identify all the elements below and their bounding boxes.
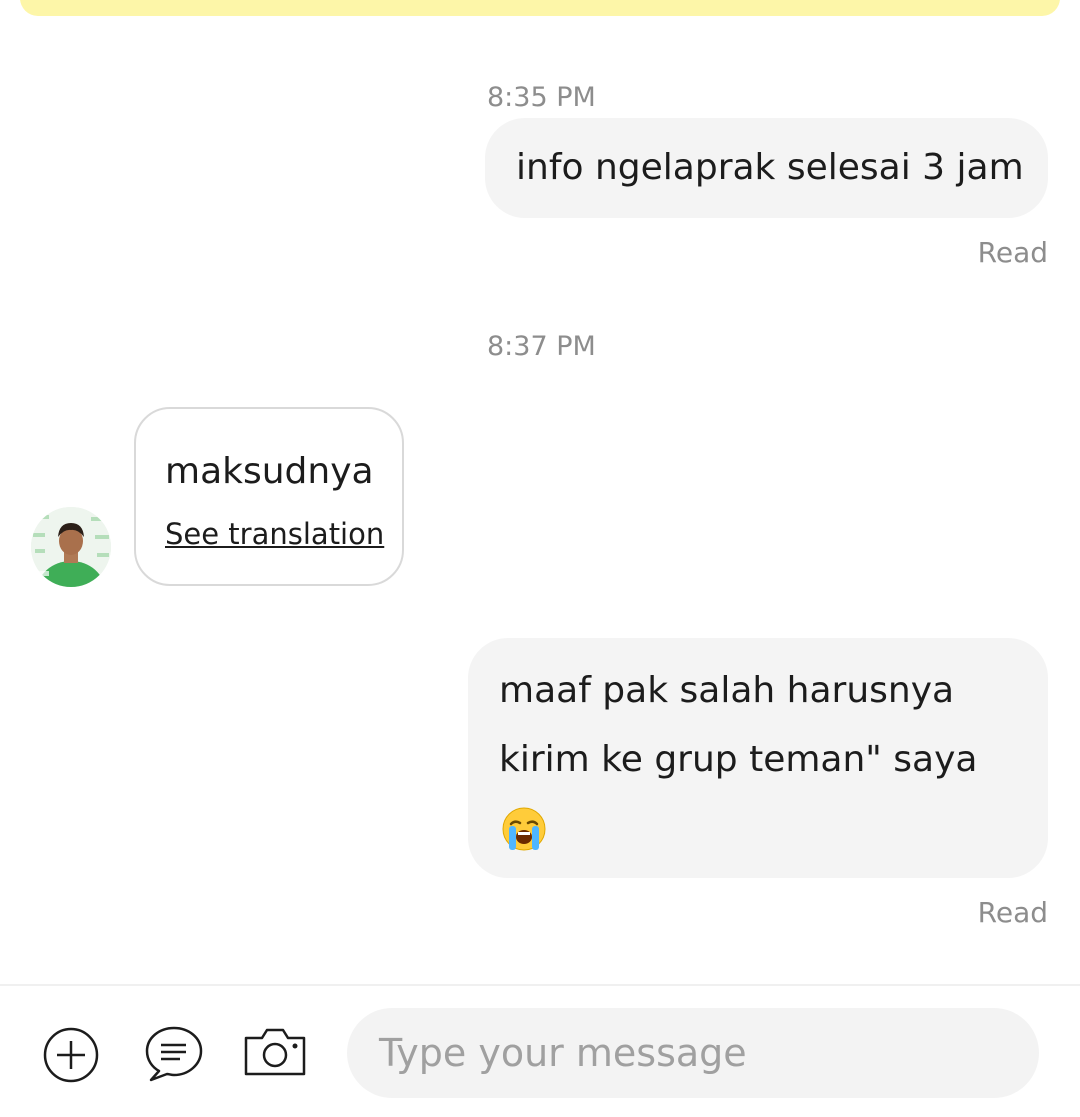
- plus-circle-icon: [43, 1027, 99, 1083]
- outgoing-message-bubble[interactable]: info ngelaprak selesai 3 jam: [485, 118, 1048, 218]
- chat-bubble-icon: [145, 1026, 203, 1082]
- message-input[interactable]: Type your message: [347, 1008, 1039, 1098]
- message-timestamp: 8:37 PM: [487, 331, 596, 362]
- avatar-photo-icon: [31, 507, 111, 587]
- message-text: info ngelaprak selesai 3 jam: [516, 147, 1024, 188]
- message-input-bar: Type your message: [0, 984, 1080, 1117]
- add-attachment-button[interactable]: [42, 1026, 100, 1084]
- camera-icon: [244, 1028, 306, 1076]
- top-banner[interactable]: [20, 0, 1060, 16]
- camera-button[interactable]: [243, 1026, 307, 1078]
- message-input-placeholder: Type your message: [379, 1031, 747, 1075]
- loudly-crying-face-icon: [502, 807, 546, 851]
- outgoing-message-bubble[interactable]: maaf pak salah harusnya kirim ke grup te…: [468, 638, 1048, 878]
- message-text-line: maaf pak salah harusnya: [499, 670, 955, 711]
- crying-emoji: [501, 806, 547, 852]
- chat-screen: 8:35 PM info ngelaprak selesai 3 jam Rea…: [0, 0, 1080, 1117]
- read-receipt: Read: [977, 896, 1048, 929]
- incoming-message-bubble[interactable]: maksudnya See translation: [134, 407, 404, 586]
- avatar[interactable]: [31, 507, 111, 587]
- message-text-line: kirim ke grup teman" saya: [499, 739, 978, 780]
- quick-reply-button[interactable]: [143, 1024, 205, 1084]
- message-timestamp: 8:35 PM: [487, 82, 596, 113]
- message-text: maksudnya: [165, 451, 374, 492]
- read-receipt: Read: [977, 236, 1048, 269]
- see-translation-link[interactable]: See translation: [165, 517, 384, 551]
